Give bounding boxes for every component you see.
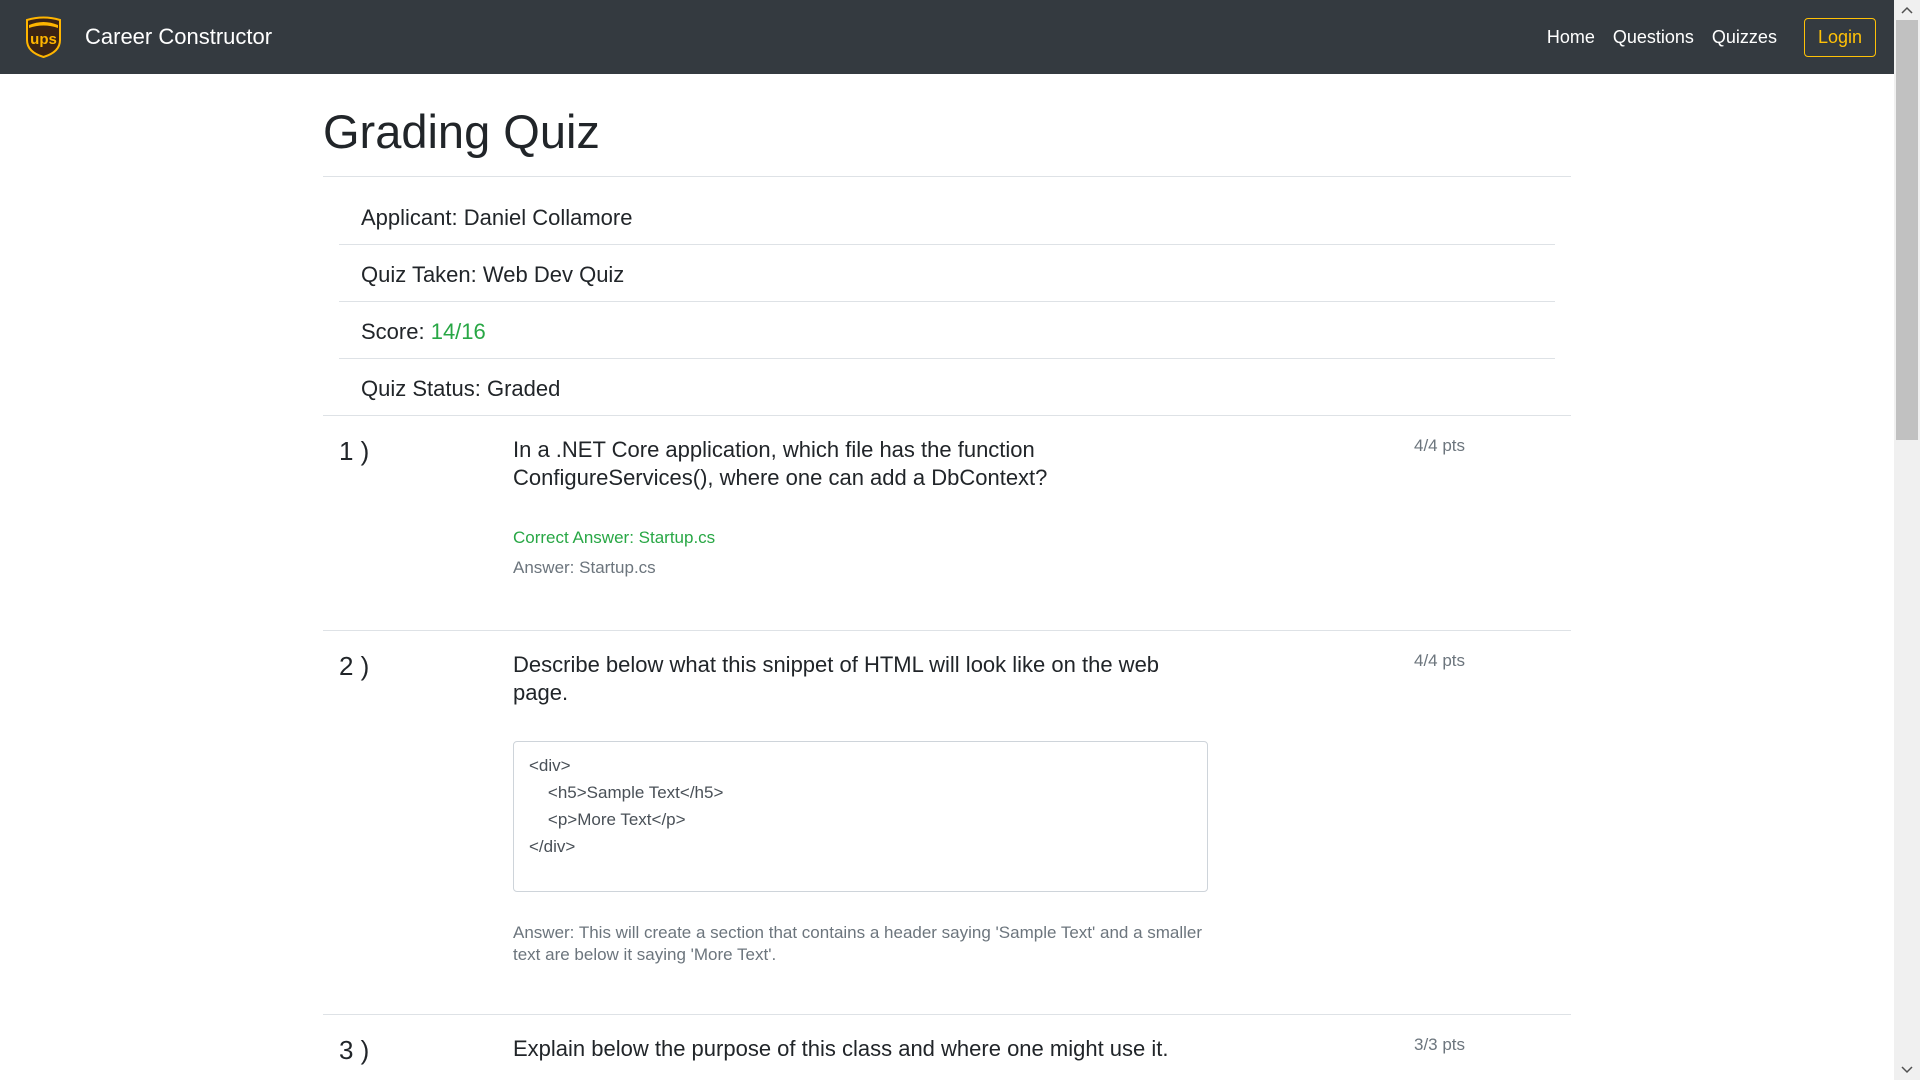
applicant-answer: Answer: Startup.cs [513,558,656,577]
correct-answer: Correct Answer: Startup.cs [513,528,716,547]
scrollbar-thumb[interactable] [1896,20,1918,440]
scroll-down-arrow-icon[interactable] [1894,1060,1920,1080]
question-text: Describe below what this snippet of HTML… [513,652,1160,705]
question-number: 2 ) [339,651,370,681]
question-points: 4/4 pts [1414,651,1466,670]
main-content: Grading Quiz Applicant: Daniel Collamore… [323,74,1571,1080]
question-2: 2 ) 4/4 pts Describe below what this sni… [323,630,1571,1014]
question-number: 3 ) [339,1035,370,1065]
question-points: 3/3 pts [1414,1035,1466,1054]
brand-name[interactable]: Career Constructor [85,24,272,50]
quiz-status-row: Quiz Status: Graded [339,359,1555,415]
question-body: Explain below the purpose of this class … [513,1015,1208,1063]
code-snippet: <div> <h5>Sample Text</h5> <p>More Text<… [513,741,1208,892]
page-title: Grading Quiz [323,104,1571,177]
vertical-scrollbar[interactable] [1894,0,1920,1080]
svg-text:ups: ups [30,31,57,48]
score-row: Score: 14/16 [339,302,1555,359]
top-navbar: ups Career Constructor Home Questions Qu… [0,0,1894,74]
quiz-taken-name: Web Dev Quiz [482,262,625,287]
nav-questions-link[interactable]: Questions [1613,27,1694,48]
nav-links: Home Questions Quizzes Login [1529,17,1894,57]
question-text: Explain below the purpose of this class … [513,1036,1169,1061]
brand[interactable]: ups Career Constructor [25,16,272,59]
score-value: 14/16 [430,319,486,344]
question-body: In a .NET Core application, which file h… [513,416,1208,578]
question-number: 1 ) [339,436,370,466]
question-points: 4/4 pts [1414,436,1466,455]
score-label: Score: [361,319,431,344]
quiz-summary-list: Applicant: Daniel Collamore Quiz Taken: … [323,177,1571,415]
question-3: 3 ) 3/3 pts Explain below the purpose of… [323,1014,1571,1080]
applicant-answer: Answer: This will create a section that … [513,923,1203,964]
applicant-label: Applicant: [361,205,464,230]
login-button[interactable]: Login [1803,17,1876,57]
quiz-taken-row: Quiz Taken: Web Dev Quiz [339,245,1555,302]
quiz-taken-label: Quiz Taken: [361,262,483,287]
question-1: 1 ) 4/4 pts In a .NET Core application, … [323,415,1571,630]
ups-logo-icon: ups [25,16,62,59]
nav-home-link[interactable]: Home [1547,27,1595,48]
quiz-status-label: Quiz Status: [361,376,487,401]
quiz-status-value: Graded [486,376,561,401]
scroll-up-arrow-icon[interactable] [1894,0,1920,20]
applicant-row: Applicant: Daniel Collamore [339,188,1555,245]
question-text: In a .NET Core application, which file h… [513,437,1048,490]
nav-quizzes-link[interactable]: Quizzes [1712,27,1777,48]
question-body: Describe below what this snippet of HTML… [513,631,1208,966]
applicant-name: Daniel Collamore [463,205,633,230]
